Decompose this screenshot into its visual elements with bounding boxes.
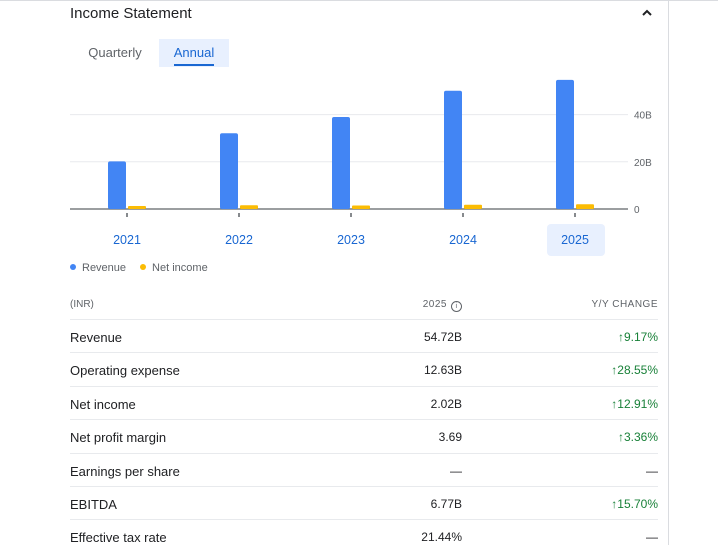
legend-dot-net-income — [140, 264, 147, 270]
tab-active-indicator — [174, 64, 214, 66]
year-header-label: 2025 — [422, 299, 447, 310]
table-row: Net profit margin 3.69 ↑3.36% — [70, 419, 658, 453]
table-header: (INR) 2025 i Y/Y CHANGE — [70, 295, 658, 319]
row-value: 3.69 — [438, 430, 462, 445]
bar-revenue — [556, 79, 574, 209]
chevron-up-icon[interactable] — [638, 4, 656, 22]
row-value: 2.02B — [430, 396, 462, 411]
table-row: EBITDA 6.77B ↑15.70% — [70, 486, 658, 520]
row-change: ↑12.91% — [611, 396, 658, 411]
table-row: Net income 2.02B ↑12.91% — [70, 385, 658, 420]
legend-label-revenue: Revenue — [82, 262, 127, 274]
row-value: 6.77B — [430, 497, 462, 511]
legend-label-net-income: Net income — [152, 262, 208, 274]
year-header: 2025 i — [423, 299, 462, 312]
unit-label: (INR) — [70, 299, 94, 310]
bar-revenue — [220, 133, 238, 209]
row-label: Net profit margin — [70, 430, 167, 446]
tab-annual-label: Annual — [173, 45, 215, 60]
change-header: Y/Y CHANGE — [591, 299, 658, 310]
row-label: Operating expense — [70, 363, 180, 379]
x-tick-label: 2021 — [113, 233, 141, 247]
info-icon[interactable]: i — [451, 301, 462, 312]
bar-net-income — [128, 206, 146, 209]
bar-net-income — [240, 205, 258, 209]
tab-annual[interactable]: Annual — [159, 39, 229, 67]
x-tick-label: 2024 — [449, 233, 477, 247]
row-change: ↑15.70% — [611, 497, 658, 511]
legend-item-revenue: Revenue — [70, 262, 126, 274]
table-row: Revenue 54.72B ↑9.17% — [70, 319, 658, 353]
bar-net-income — [352, 205, 370, 209]
top-divider — [0, 0, 718, 1]
bar-net-income — [464, 204, 482, 209]
table-row: Earnings per share — — — [70, 452, 658, 487]
x-tick-label: 2025 — [561, 233, 589, 247]
tab-quarterly[interactable]: Quarterly — [76, 39, 154, 67]
row-value: — — [450, 463, 462, 478]
row-value: 12.63B — [423, 363, 462, 378]
row-label: Net income — [70, 396, 136, 412]
row-value: 21.44% — [421, 530, 462, 545]
legend-item-net-income: Net income — [140, 262, 208, 274]
chart-legend: Revenue Net income — [70, 262, 208, 274]
row-change: — — [646, 530, 658, 545]
row-label: Revenue — [70, 330, 123, 345]
bar-net-income — [576, 204, 594, 209]
section-title: Income Statement — [70, 5, 192, 22]
y-tick-label: 0 — [634, 205, 640, 216]
row-label: EBITDA — [70, 497, 117, 512]
row-label: Earnings per share — [70, 463, 180, 479]
legend-dot-revenue — [70, 264, 76, 270]
bar-revenue — [108, 161, 126, 209]
y-tick-label: 40B — [634, 111, 652, 122]
x-tick-label: 2023 — [337, 233, 365, 247]
row-change: ↑9.17% — [617, 330, 658, 344]
y-tick-label: 20B — [634, 158, 652, 169]
x-tick-label: 2022 — [225, 233, 253, 247]
bar-revenue — [332, 116, 350, 209]
table-row: Effective tax rate 21.44% — — [70, 519, 658, 553]
row-change: ↑3.36% — [617, 430, 658, 445]
row-label: Effective tax rate — [70, 530, 167, 546]
row-change: — — [646, 463, 658, 478]
bar-revenue — [444, 90, 462, 209]
row-change: ↑28.55% — [611, 363, 658, 378]
income-chart: 0 20B 40B 2021 2022 2023 2024 2025 — [70, 79, 652, 247]
table-row: Operating expense 12.63B ↑28.55% — [70, 352, 658, 386]
row-value: 54.72B — [423, 330, 462, 344]
